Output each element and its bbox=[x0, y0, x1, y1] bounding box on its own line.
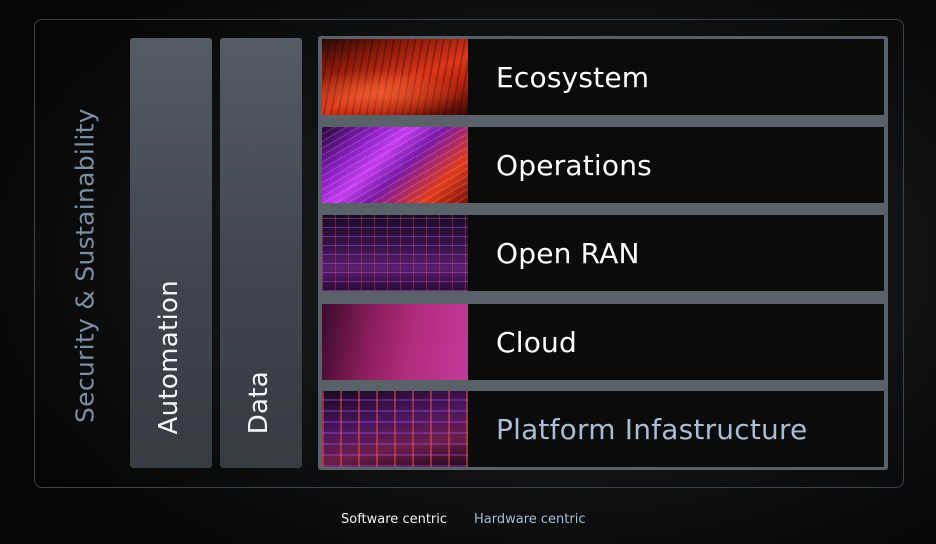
layer-label: Cloud bbox=[496, 325, 577, 359]
layer-open-ran: Open RAN bbox=[322, 215, 884, 291]
layer-label: Ecosystem bbox=[496, 60, 650, 94]
software-centric-label: Software centric bbox=[341, 512, 448, 527]
architecture-diagram: Security & Sustainability Automation Dat… bbox=[0, 0, 936, 544]
layer-stack: Ecosystem Operations Open RAN Cloud Plat… bbox=[318, 36, 888, 470]
layer-label: Operations bbox=[496, 148, 652, 182]
layer-ecosystem: Ecosystem bbox=[322, 39, 884, 115]
layer-label: Platform Infastructure bbox=[496, 412, 808, 446]
network-grid-image bbox=[322, 215, 468, 291]
red-planet-surface-image bbox=[322, 39, 468, 115]
purple-light-streaks-image bbox=[322, 127, 468, 203]
automation-pillar: Automation bbox=[130, 38, 212, 468]
data-pillar: Data bbox=[220, 38, 302, 468]
hardware-centric-label: Hardware centric bbox=[474, 512, 586, 527]
security-sustainability-label: Security & Sustainability bbox=[70, 108, 100, 423]
layer-platform-infrastructure: Platform Infastructure bbox=[322, 391, 884, 467]
automation-label: Automation bbox=[154, 279, 184, 434]
layer-operations: Operations bbox=[322, 127, 884, 203]
magenta-gradient-image bbox=[322, 304, 468, 380]
layer-label: Open RAN bbox=[496, 236, 640, 270]
layer-cloud: Cloud bbox=[322, 304, 884, 380]
hardware-circuit-image bbox=[322, 391, 468, 467]
data-label: Data bbox=[244, 370, 274, 434]
